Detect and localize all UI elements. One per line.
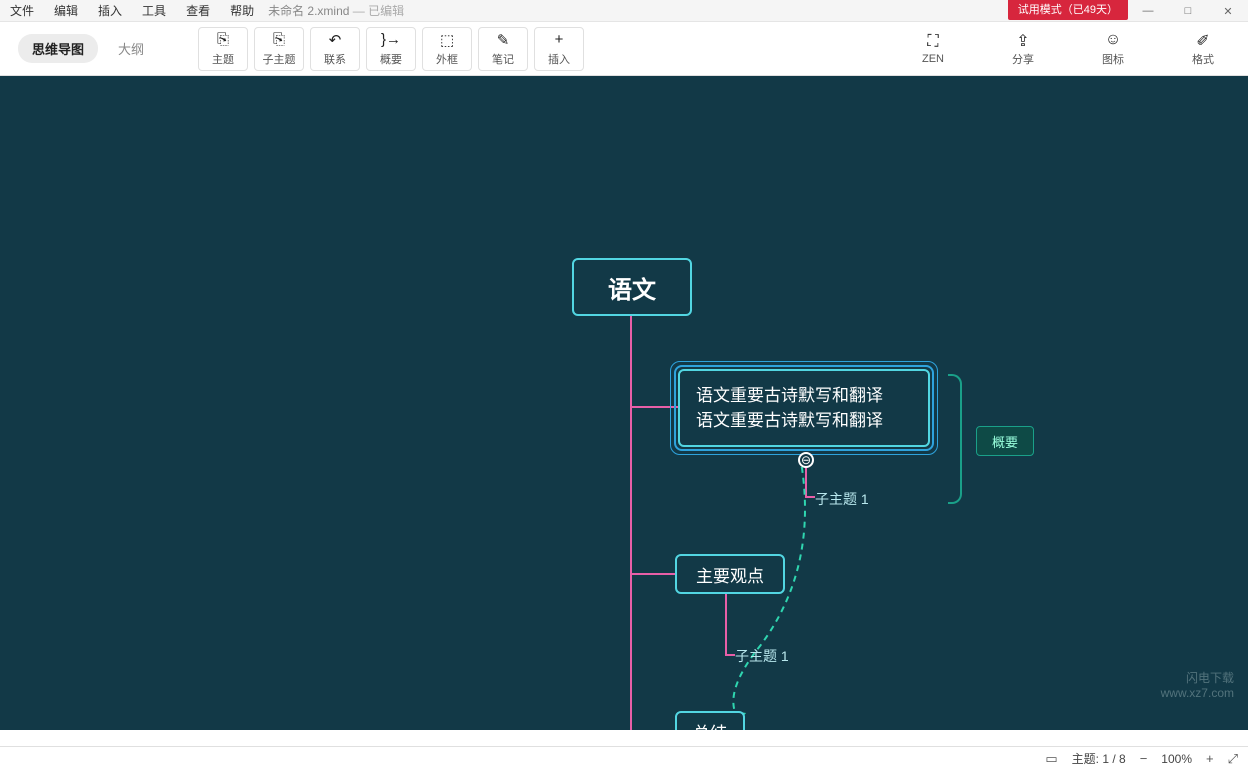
share-icon: ⇪	[1016, 31, 1029, 49]
node-topic[interactable]: 总结	[675, 711, 745, 730]
toolbar-group-main: ⎘主题 ⎘子主题 ↶联系 }→概要 ⬚外框 ✎笔记 +插入	[198, 27, 584, 71]
toolbar: 思维导图 大纲 ⎘主题 ⎘子主题 ↶联系 }→概要 ⬚外框 ✎笔记 +插入 ⛶Z…	[0, 22, 1248, 76]
connector	[725, 594, 727, 654]
collapse-toggle[interactable]: ⊖	[798, 452, 814, 468]
subtopic-icon: ⎘	[273, 31, 285, 49]
subtopic-label[interactable]: 子主题 1	[815, 489, 869, 509]
btn-share[interactable]: ⇪分享	[998, 31, 1048, 67]
summary-bracket	[948, 374, 962, 504]
menu-file[interactable]: 文件	[0, 0, 44, 22]
zen-icon: ⛶	[927, 33, 938, 51]
node-root[interactable]: 语文	[572, 258, 692, 316]
btn-insert[interactable]: +插入	[534, 27, 584, 71]
window-min[interactable]: —	[1128, 0, 1168, 22]
node-topic[interactable]: 主要观点	[675, 554, 785, 594]
node-text-line: 语文重要古诗默写和翻译	[696, 408, 883, 434]
menu-tools[interactable]: 工具	[132, 0, 176, 22]
format-icon: ✐	[1196, 31, 1209, 49]
menu-insert[interactable]: 插入	[88, 0, 132, 22]
connector	[630, 316, 632, 730]
btn-subtopic[interactable]: ⎘子主题	[254, 27, 304, 71]
zoom-in-button[interactable]: +	[1206, 751, 1214, 766]
zoom-out-button[interactable]: −	[1140, 751, 1148, 766]
connector	[805, 496, 815, 498]
outline-toggle-icon[interactable]: ▭	[1045, 751, 1057, 767]
node-selected[interactable]: 语文重要古诗默写和翻译 语文重要古诗默写和翻译	[678, 369, 930, 447]
summary-icon: }→	[381, 31, 401, 49]
doc-name: 未命名 2.xmind	[268, 4, 349, 18]
btn-format[interactable]: ✐格式	[1178, 31, 1228, 67]
status-bar: ▭ 主题: 1 / 8 − 100% + ⤢	[0, 746, 1248, 770]
menubar: 文件 编辑 插入 工具 查看 帮助 未命名 2.xmind — 已编辑 试用模式…	[0, 0, 1248, 22]
topic-counter: 主题: 1 / 8	[1072, 750, 1126, 767]
btn-topic[interactable]: ⎘主题	[198, 27, 248, 71]
connector	[725, 654, 735, 656]
note-icon: ✎	[497, 31, 510, 49]
doc-status: — 已编辑	[353, 4, 404, 18]
iconlib-icon: ☺	[1105, 31, 1121, 49]
btn-relation[interactable]: ↶联系	[310, 27, 360, 71]
btn-iconlib[interactable]: ☺图标	[1088, 31, 1138, 67]
summary-node[interactable]: 概要	[976, 426, 1034, 456]
menu-edit[interactable]: 编辑	[44, 0, 88, 22]
btn-zen[interactable]: ⛶ZEN	[908, 31, 958, 67]
relation-icon: ↶	[329, 31, 342, 49]
tab-mindmap[interactable]: 思维导图	[18, 34, 98, 63]
window-max[interactable]: □	[1168, 0, 1208, 22]
mindmap-canvas[interactable]: 语文 语文重要古诗默写和翻译 语文重要古诗默写和翻译 ⊖ 子主题 1 主要观点 …	[0, 76, 1248, 730]
topic-icon: ⎘	[217, 31, 229, 49]
btn-note[interactable]: ✎笔记	[478, 27, 528, 71]
subtopic-label[interactable]: 子主题 1	[735, 646, 789, 666]
doc-title: 未命名 2.xmind — 已编辑	[268, 2, 404, 19]
view-tabs: 思维导图 大纲	[18, 34, 158, 63]
connector	[630, 573, 676, 575]
menu-help[interactable]: 帮助	[220, 0, 264, 22]
insert-icon: +	[555, 31, 564, 49]
btn-summary[interactable]: }→概要	[366, 27, 416, 71]
zoom-level[interactable]: 100%	[1161, 752, 1192, 766]
btn-boundary[interactable]: ⬚外框	[422, 27, 472, 71]
trial-badge[interactable]: 试用模式（已49天）	[1008, 0, 1128, 20]
tab-outline[interactable]: 大纲	[104, 34, 158, 63]
window-close[interactable]: ✕	[1208, 0, 1248, 22]
boundary-icon: ⬚	[440, 31, 454, 49]
menu-view[interactable]: 查看	[176, 0, 220, 22]
connector	[805, 468, 807, 496]
window-controls: — □ ✕	[1128, 0, 1248, 22]
toolbar-group-right: ⛶ZEN ⇪分享 ☺图标 ✐格式	[908, 31, 1228, 67]
watermark: 闪电下载 www.xz7.com	[1161, 671, 1234, 700]
node-text-line: 语文重要古诗默写和翻译	[696, 383, 883, 409]
fit-screen-button[interactable]: ⤢	[1228, 751, 1238, 767]
